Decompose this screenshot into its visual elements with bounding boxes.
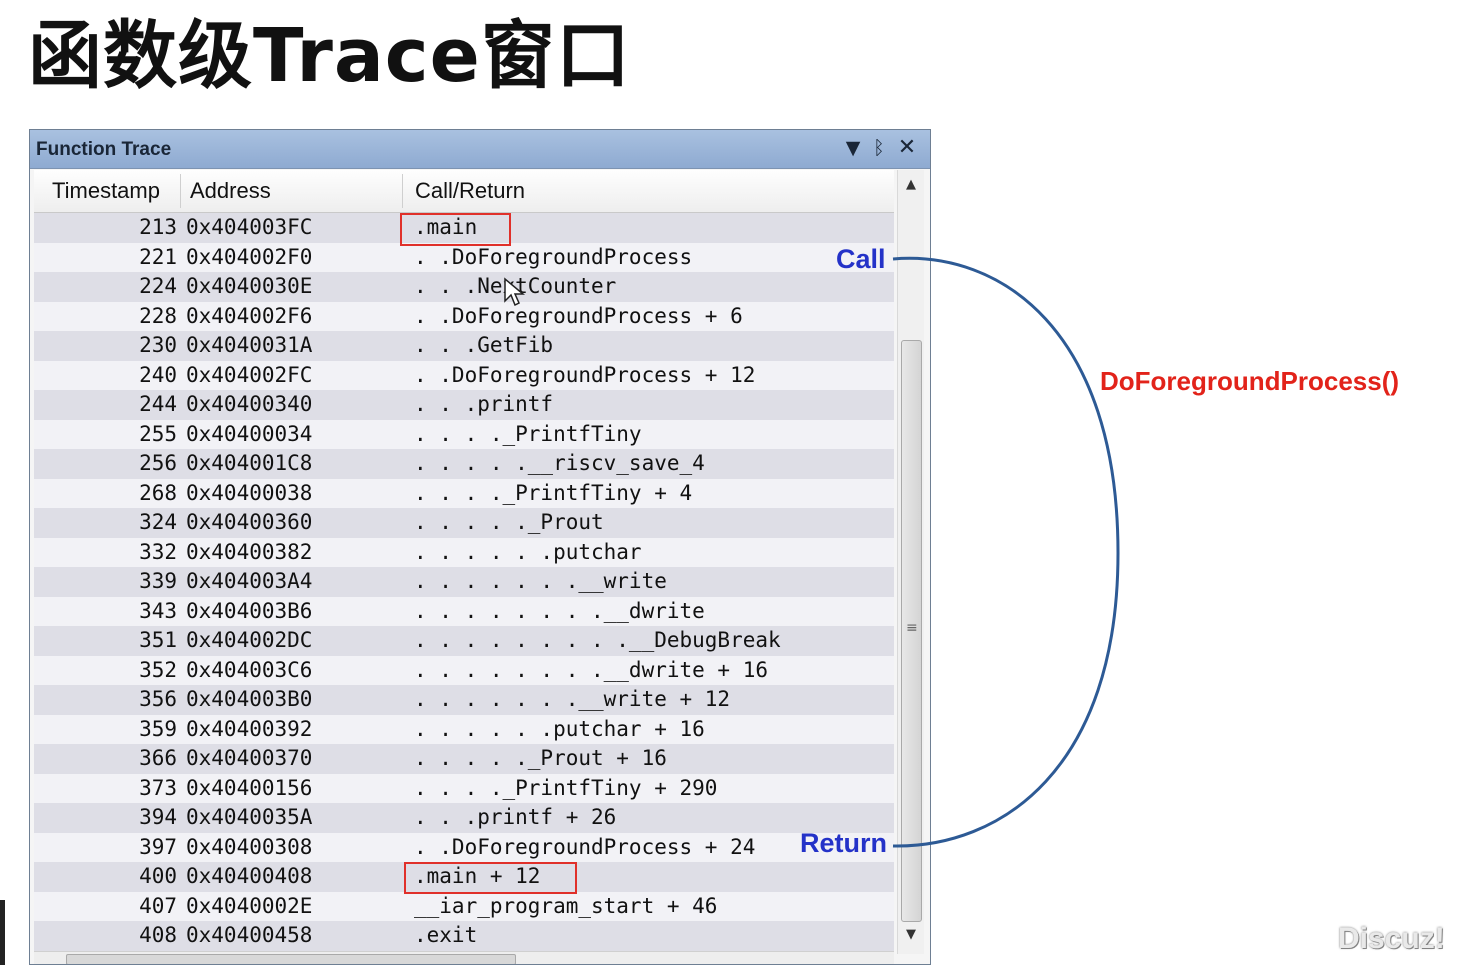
watermark-logo: Discuz! (1338, 922, 1445, 955)
function-label: DoForegroundProcess() (1100, 366, 1400, 396)
arc-path (892, 256, 1120, 848)
return-label: Return (800, 828, 887, 858)
mouse-cursor-icon (504, 277, 525, 307)
call-return-arc (892, 256, 1120, 848)
edge-marker (0, 900, 5, 965)
call-label: Call (836, 244, 886, 274)
